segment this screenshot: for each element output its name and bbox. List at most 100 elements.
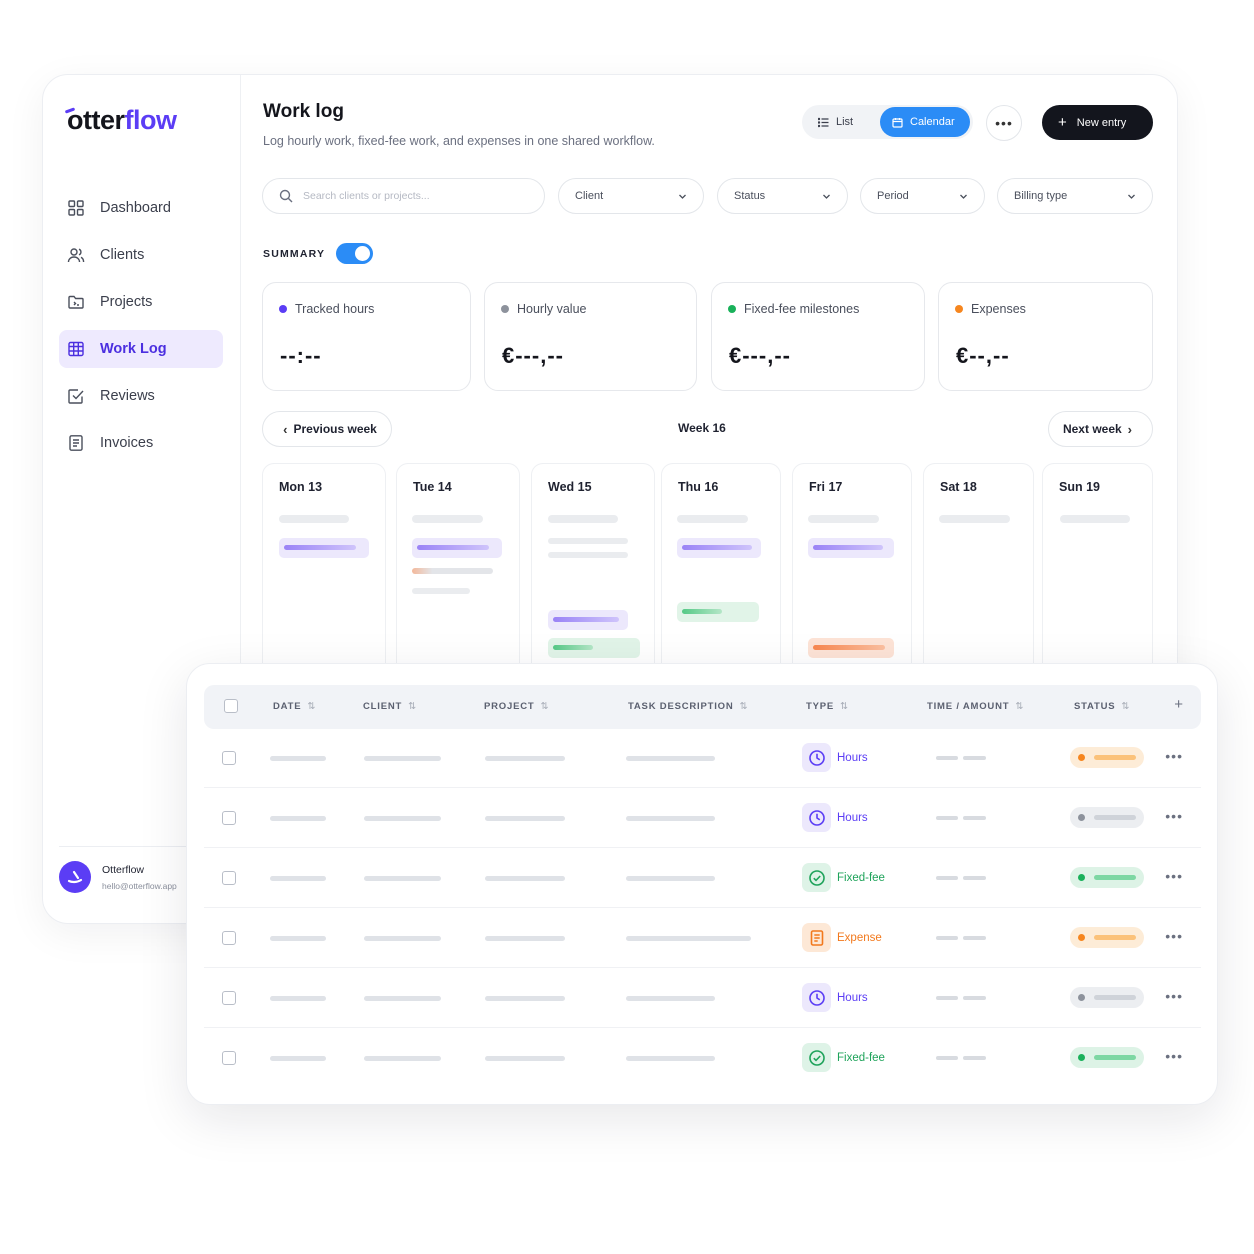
period-filter-label: Period — [877, 190, 909, 202]
calendar-event-hours[interactable] — [677, 538, 761, 558]
calendar-day-tue[interactable]: Tue 14 — [396, 463, 520, 683]
calendar-day-sun[interactable]: Sun 19 — [1042, 463, 1153, 683]
client-placeholder — [364, 816, 441, 821]
page-title: Work log — [263, 101, 344, 122]
project-placeholder — [485, 756, 565, 761]
row-more-button[interactable]: ••• — [1165, 928, 1183, 944]
task-placeholder — [626, 996, 715, 1001]
search-input[interactable] — [303, 190, 523, 202]
calendar-event-fixed-fee[interactable] — [677, 602, 759, 622]
calendar-event-expense[interactable] — [808, 638, 894, 658]
more-options-button[interactable]: ••• — [986, 105, 1022, 141]
calendar-view-button[interactable]: Calendar — [880, 107, 970, 137]
row-checkbox[interactable] — [222, 1051, 236, 1065]
type-label: Expense — [837, 931, 882, 944]
card-label: Fixed-fee milestones — [728, 302, 859, 316]
row-more-button[interactable]: ••• — [1165, 868, 1183, 884]
row-more-button[interactable]: ••• — [1165, 988, 1183, 1004]
project-placeholder — [485, 936, 565, 941]
invoice-icon — [69, 435, 83, 451]
table-row[interactable]: Fixed-fee ••• — [204, 1028, 1201, 1088]
sidebar-item-projects[interactable]: Projects — [59, 283, 223, 321]
row-checkbox[interactable] — [222, 751, 236, 765]
event-bar — [417, 545, 489, 550]
day-name: Thu 16 — [678, 480, 719, 494]
sidebar-item-reviews[interactable]: Reviews — [59, 377, 223, 415]
row-checkbox[interactable] — [222, 991, 236, 1005]
period-filter-dropdown[interactable]: Period — [860, 178, 985, 214]
calendar-icon — [892, 117, 903, 128]
calendar-event-hours[interactable] — [808, 538, 894, 558]
add-column-icon[interactable]: + — [1174, 696, 1183, 713]
calendar-day-mon[interactable]: Mon 13 — [262, 463, 386, 683]
logo-text-otter: otter — [67, 105, 125, 135]
amount-placeholder — [936, 876, 986, 880]
calendar-event-hours[interactable] — [412, 538, 502, 558]
summary-card-fixed-fee: Fixed-fee milestones €---,-- — [711, 282, 925, 391]
table-row[interactable]: Hours ••• — [204, 788, 1201, 848]
next-week-button[interactable]: Next week › — [1048, 411, 1153, 447]
row-checkbox[interactable] — [222, 931, 236, 945]
sidebar-item-label: Reviews — [100, 388, 155, 404]
calendar-day-sat[interactable]: Sat 18 — [923, 463, 1034, 683]
new-entry-button[interactable]: + New entry — [1042, 105, 1153, 140]
brand-logo[interactable]: otterflow — [64, 105, 177, 136]
sidebar-item-label: Invoices — [100, 435, 154, 451]
column-header-status[interactable]: STATUS ⇅ — [1074, 701, 1129, 712]
calendar-day-wed[interactable]: Wed 15 — [531, 463, 655, 683]
row-more-button[interactable]: ••• — [1165, 1048, 1183, 1064]
day-name: Sun 19 — [1059, 480, 1100, 494]
row-more-button[interactable]: ••• — [1165, 808, 1183, 824]
table-row[interactable]: Expense ••• — [204, 908, 1201, 968]
sidebar-item-label: Dashboard — [100, 200, 171, 216]
column-header-time-amount[interactable]: TIME / AMOUNT ⇅ — [927, 701, 1023, 712]
user-profile[interactable]: Otterflow hello@otterflow.app — [59, 861, 177, 893]
column-header-client[interactable]: CLIENT ⇅ — [363, 701, 416, 712]
date-placeholder — [270, 876, 326, 881]
column-header-label: DATE — [273, 701, 302, 712]
sidebar-item-label: Projects — [100, 294, 153, 310]
calendar-event-hours[interactable] — [548, 610, 628, 630]
card-value: --:-- — [280, 343, 322, 368]
list-view-button[interactable]: List — [804, 107, 880, 137]
sidebar-item-work-log[interactable]: Work Log — [59, 330, 223, 368]
event-bar — [682, 609, 722, 614]
summary-toggle[interactable] — [336, 243, 373, 264]
billing-type-filter-label: Billing type — [1014, 190, 1068, 202]
calendar-event-fixed-fee[interactable] — [548, 638, 640, 658]
calendar-day-fri[interactable]: Fri 17 — [792, 463, 912, 683]
calendar-event-hours[interactable] — [279, 538, 369, 558]
billing-type-filter-dropdown[interactable]: Billing type — [997, 178, 1153, 214]
list-view-label: List — [836, 116, 854, 128]
chevron-right-icon: › — [1127, 421, 1133, 437]
sidebar-item-dashboard[interactable]: Dashboard — [59, 189, 223, 227]
sidebar-item-clients[interactable]: Clients — [59, 236, 223, 274]
task-placeholder — [626, 1056, 715, 1061]
row-checkbox[interactable] — [222, 871, 236, 885]
row-checkbox[interactable] — [222, 811, 236, 825]
column-header-project[interactable]: PROJECT ⇅ — [484, 701, 548, 712]
new-entry-label: New entry — [1076, 116, 1127, 129]
search-icon — [279, 189, 293, 203]
users-icon — [67, 248, 85, 263]
plus-icon: + — [1058, 114, 1067, 131]
previous-week-button[interactable]: ‹ Previous week — [262, 411, 392, 447]
column-header-task-description[interactable]: TASK DESCRIPTION ⇅ — [628, 701, 748, 712]
row-more-button[interactable]: ••• — [1165, 748, 1183, 764]
task-placeholder — [626, 876, 715, 881]
week-label: Week 16 — [678, 421, 726, 435]
table-row[interactable]: Hours ••• — [204, 728, 1201, 788]
sidebar-item-invoices[interactable]: Invoices — [59, 424, 223, 462]
status-filter-dropdown[interactable]: Status — [717, 178, 848, 214]
select-all-checkbox[interactable] — [224, 699, 238, 713]
card-label-text: Expenses — [971, 302, 1026, 316]
client-filter-dropdown[interactable]: Client — [558, 178, 704, 214]
column-header-date[interactable]: DATE ⇅ — [273, 701, 315, 712]
table-row[interactable]: Hours ••• — [204, 968, 1201, 1028]
placeholder-bar — [548, 552, 628, 558]
sort-icon: ⇅ — [1121, 701, 1130, 712]
table-row[interactable]: Fixed-fee ••• — [204, 848, 1201, 908]
card-label-text: Fixed-fee milestones — [744, 302, 860, 316]
column-header-type[interactable]: TYPE ⇅ — [806, 701, 848, 712]
calendar-day-thu[interactable]: Thu 16 — [661, 463, 781, 683]
